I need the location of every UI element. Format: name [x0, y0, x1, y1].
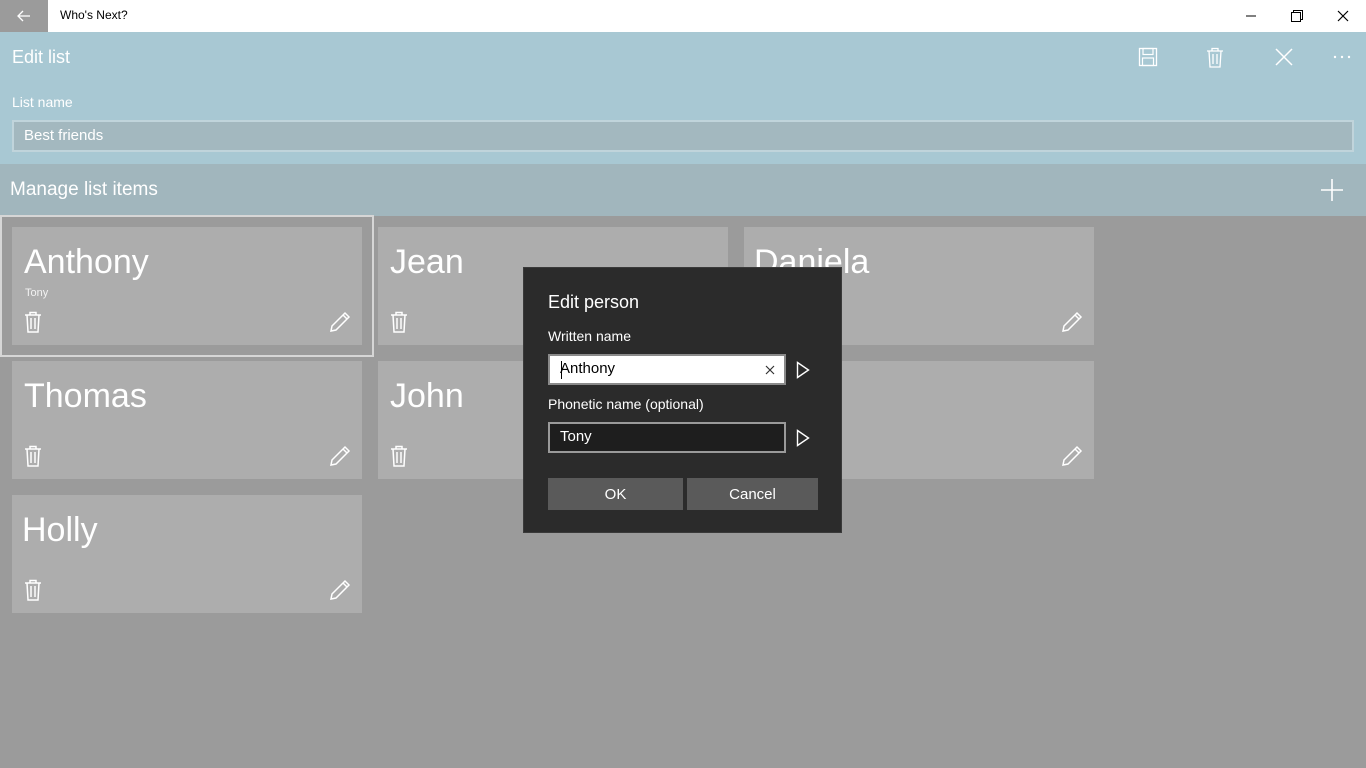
ok-button[interactable]: OK	[548, 478, 683, 510]
close-edit-button[interactable]	[1266, 42, 1302, 72]
trash-icon[interactable]	[24, 311, 42, 333]
play-icon	[796, 361, 810, 379]
app-title: Who's Next?	[60, 8, 128, 22]
restore-icon	[1291, 10, 1303, 22]
item-name: Anthony	[24, 243, 149, 281]
arrow-left-icon	[17, 10, 30, 22]
manage-items-bar: Manage list items	[0, 164, 1366, 216]
item-name: Jean	[390, 243, 464, 281]
edit-list-header: Edit list List name Best friends	[0, 32, 1366, 164]
close-window-button[interactable]	[1320, 0, 1366, 32]
phonetic-name-label: Phonetic name (optional)	[548, 396, 704, 412]
save-button[interactable]	[1130, 42, 1166, 72]
play-written-name-button[interactable]	[792, 358, 814, 382]
play-icon	[796, 429, 810, 447]
trash-icon[interactable]	[24, 579, 42, 601]
item-name: John	[390, 377, 464, 415]
close-icon	[1337, 10, 1349, 22]
list-item[interactable]: Anthony Tony	[0, 215, 374, 357]
save-icon	[1138, 47, 1158, 67]
edit-person-dialog: Edit person Written name Anthony Phoneti…	[523, 267, 842, 533]
pencil-icon[interactable]	[329, 311, 351, 333]
restore-button[interactable]	[1274, 0, 1320, 32]
section-title: Manage list items	[10, 179, 158, 200]
delete-list-button[interactable]	[1197, 42, 1233, 72]
phonetic-name-input[interactable]: Tony	[548, 422, 786, 453]
back-button[interactable]	[0, 0, 48, 32]
cancel-button[interactable]: Cancel	[687, 478, 818, 510]
pencil-icon[interactable]	[1061, 311, 1083, 333]
minimize-icon	[1246, 15, 1256, 17]
list-item[interactable]: Holly	[12, 495, 362, 613]
trash-icon[interactable]	[390, 311, 408, 333]
clear-text-button[interactable]	[762, 362, 778, 378]
more-options-button[interactable]	[1324, 42, 1360, 72]
minimize-button[interactable]	[1228, 0, 1274, 32]
text-caret	[561, 361, 562, 379]
pencil-icon[interactable]	[329, 579, 351, 601]
list-name-input[interactable]: Best friends	[12, 120, 1354, 152]
plus-icon	[1321, 179, 1343, 201]
dialog-title: Edit person	[548, 292, 640, 312]
trash-icon[interactable]	[24, 445, 42, 467]
item-name: Holly	[22, 511, 98, 549]
trash-icon[interactable]	[390, 445, 408, 467]
title-bar: Who's Next?	[0, 0, 1366, 32]
written-name-input[interactable]: Anthony	[548, 354, 786, 385]
close-icon	[1275, 48, 1293, 66]
list-item[interactable]: Thomas	[12, 361, 362, 479]
page-title: Edit list	[12, 47, 71, 67]
written-name-label: Written name	[548, 328, 631, 344]
trash-icon	[1207, 47, 1223, 68]
list-name-label: List name	[12, 94, 73, 110]
add-item-button[interactable]	[1316, 174, 1348, 206]
written-name-value: Anthony	[560, 360, 616, 377]
play-phonetic-name-button[interactable]	[792, 426, 814, 450]
more-icon	[1333, 55, 1351, 59]
clear-icon	[765, 365, 775, 375]
item-name: Thomas	[24, 377, 147, 415]
pencil-icon[interactable]	[1061, 445, 1083, 467]
item-phonetic: Tony	[25, 287, 49, 299]
pencil-icon[interactable]	[329, 445, 351, 467]
